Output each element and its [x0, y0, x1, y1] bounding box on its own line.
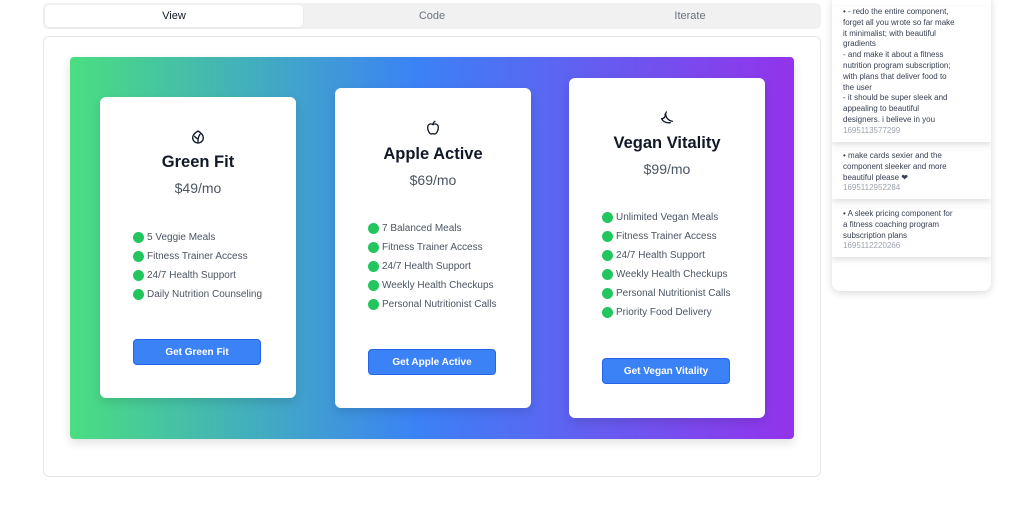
get-green-fit-button[interactable]: Get Green Fit — [133, 339, 261, 365]
tab-iterate[interactable]: Iterate — [561, 5, 819, 27]
check-dot-icon — [368, 261, 379, 272]
feature-item: Unlimited Vegan Meals — [602, 208, 731, 227]
get-apple-active-button[interactable]: Get Apple Active — [368, 349, 496, 375]
feature-item: Daily Nutrition Counseling — [133, 285, 262, 304]
feature-item: Priority Food Delivery — [602, 303, 731, 322]
check-dot-icon — [602, 212, 613, 223]
check-dot-icon — [368, 280, 379, 291]
get-vegan-vitality-button[interactable]: Get Vegan Vitality — [602, 358, 730, 384]
history-entry[interactable]: • - redo the entire component, forget al… — [832, 7, 991, 142]
plan-name: Apple Active — [383, 145, 483, 163]
check-dot-icon — [368, 242, 379, 253]
tab-view[interactable]: View — [45, 5, 303, 27]
feature-item: Fitness Trainer Access — [602, 227, 731, 246]
banana-icon — [569, 110, 765, 126]
check-dot-icon — [602, 250, 613, 261]
check-dot-icon — [133, 251, 144, 262]
feature-item: 24/7 Health Support — [368, 257, 497, 276]
tab-code[interactable]: Code — [303, 5, 561, 27]
apple-icon — [335, 120, 531, 136]
plan-name: Vegan Vitality — [613, 134, 721, 152]
check-dot-icon — [602, 288, 613, 299]
history-timestamp: 1695113577299 — [843, 125, 901, 135]
plan-card-green-fit: Green Fit $49/mo 5 Veggie Meals Fitness … — [100, 97, 296, 398]
plan-price: $49/mo — [174, 180, 222, 196]
leaf-icon — [100, 129, 296, 145]
history-entry[interactable]: • make cards sexier and the component sl… — [832, 151, 991, 199]
check-dot-icon — [602, 269, 613, 280]
check-dot-icon — [602, 231, 613, 242]
history-timestamp: 1695112220266 — [843, 241, 901, 251]
feature-item: Personal Nutritionist Calls — [602, 284, 731, 303]
feature-list: Unlimited Vegan Meals Fitness Trainer Ac… — [602, 208, 731, 322]
feature-item: 24/7 Health Support — [602, 246, 731, 265]
feature-item: Fitness Trainer Access — [133, 247, 262, 266]
check-dot-icon — [368, 299, 379, 310]
feature-item: 7 Balanced Meals — [368, 219, 497, 238]
check-dot-icon — [133, 232, 144, 243]
history-timestamp: 1695112952284 — [843, 183, 901, 193]
feature-item: Fitness Trainer Access — [368, 238, 497, 257]
check-dot-icon — [602, 307, 613, 318]
feature-item: Weekly Health Checkups — [602, 265, 731, 284]
check-dot-icon — [368, 223, 379, 234]
feature-item: Weekly Health Checkups — [368, 276, 497, 295]
pricing-gradient-section: Green Fit $49/mo 5 Veggie Meals Fitness … — [70, 57, 794, 439]
plan-card-vegan-vitality: Vegan Vitality $99/mo Unlimited Vegan Me… — [569, 78, 765, 418]
feature-item: 24/7 Health Support — [133, 266, 262, 285]
check-dot-icon — [133, 270, 144, 281]
feature-item: Personal Nutritionist Calls — [368, 295, 497, 314]
view-mode-tabs: View Code Iterate — [43, 3, 821, 29]
prompt-history-panel: • - redo the entire component, forget al… — [832, 0, 991, 291]
feature-list: 5 Veggie Meals Fitness Trainer Access 24… — [133, 228, 262, 304]
plan-price: $99/mo — [643, 161, 691, 177]
history-entry[interactable]: • A sleek pricing component for a fitnes… — [832, 209, 991, 257]
plan-card-apple-active: Apple Active $69/mo 7 Balanced Meals Fit… — [335, 88, 531, 408]
check-dot-icon — [133, 289, 144, 300]
plan-price: $69/mo — [409, 172, 457, 188]
plan-name: Green Fit — [161, 153, 235, 171]
feature-list: 7 Balanced Meals Fitness Trainer Access … — [368, 219, 497, 314]
feature-item: 5 Veggie Meals — [133, 228, 262, 247]
